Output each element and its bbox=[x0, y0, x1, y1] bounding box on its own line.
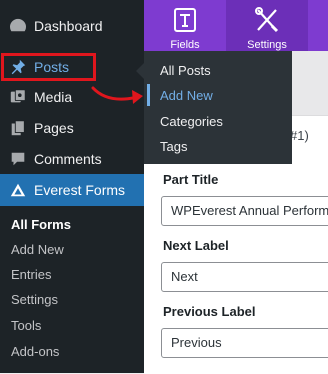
sidebar-item-comments[interactable]: Comments bbox=[0, 143, 144, 175]
part-title-label: Part Title bbox=[163, 172, 219, 187]
part-title-input[interactable]: WPEverest Annual Performance Review bbox=[161, 196, 328, 226]
sidebar-item-dashboard[interactable]: Dashboard bbox=[0, 10, 144, 42]
flyout-categories[interactable]: Categories bbox=[160, 114, 223, 129]
sidebar-item-everest-forms[interactable]: Everest Forms bbox=[0, 174, 144, 206]
flyout-all-posts[interactable]: All Posts bbox=[160, 63, 211, 78]
settings-label: Settings bbox=[247, 39, 287, 51]
flyout-add-new[interactable]: Add New bbox=[160, 88, 213, 103]
panel-heading: #1) bbox=[290, 128, 309, 143]
submenu-all-forms[interactable]: All Forms bbox=[11, 217, 71, 232]
sidebar-item-label: Media bbox=[34, 89, 73, 105]
comments-icon bbox=[8, 149, 28, 169]
tab-fields[interactable]: Fields bbox=[144, 0, 226, 51]
sidebar-item-label: Everest Forms bbox=[34, 182, 126, 198]
sidebar-item-label: Comments bbox=[34, 151, 102, 167]
submenu-add-ons[interactable]: Add-ons bbox=[11, 344, 59, 359]
sidebar-item-label: Pages bbox=[34, 120, 74, 136]
builder-toolbar: Fields Settings bbox=[144, 0, 328, 51]
submenu-entries[interactable]: Entries bbox=[11, 267, 51, 282]
everest-forms-icon bbox=[8, 180, 28, 200]
posts-flyout-menu: All Posts Add New Categories Tags bbox=[136, 51, 292, 164]
media-icon bbox=[8, 87, 28, 107]
wrench-screwdriver-icon bbox=[252, 5, 282, 35]
sidebar-item-media[interactable]: Media bbox=[0, 81, 144, 113]
submenu-add-new[interactable]: Add New bbox=[11, 242, 64, 257]
flyout-tags[interactable]: Tags bbox=[160, 139, 187, 154]
next-label-input[interactable]: Next bbox=[161, 262, 328, 292]
pages-icon bbox=[8, 118, 28, 138]
dashboard-icon bbox=[8, 16, 28, 36]
tab-settings[interactable]: Settings bbox=[226, 0, 308, 51]
previous-label-label: Previous Label bbox=[163, 304, 256, 319]
submenu-tools[interactable]: Tools bbox=[11, 318, 41, 333]
fields-icon bbox=[172, 5, 198, 35]
fields-label: Fields bbox=[170, 39, 200, 51]
flyout-current-marker bbox=[147, 84, 150, 106]
posts-callout-box bbox=[1, 53, 96, 81]
sidebar-item-pages[interactable]: Pages bbox=[0, 112, 144, 144]
next-label-label: Next Label bbox=[163, 238, 229, 253]
submenu-settings[interactable]: Settings bbox=[11, 292, 58, 307]
previous-label-input[interactable]: Previous bbox=[161, 328, 328, 358]
sidebar-item-label: Dashboard bbox=[34, 18, 103, 34]
